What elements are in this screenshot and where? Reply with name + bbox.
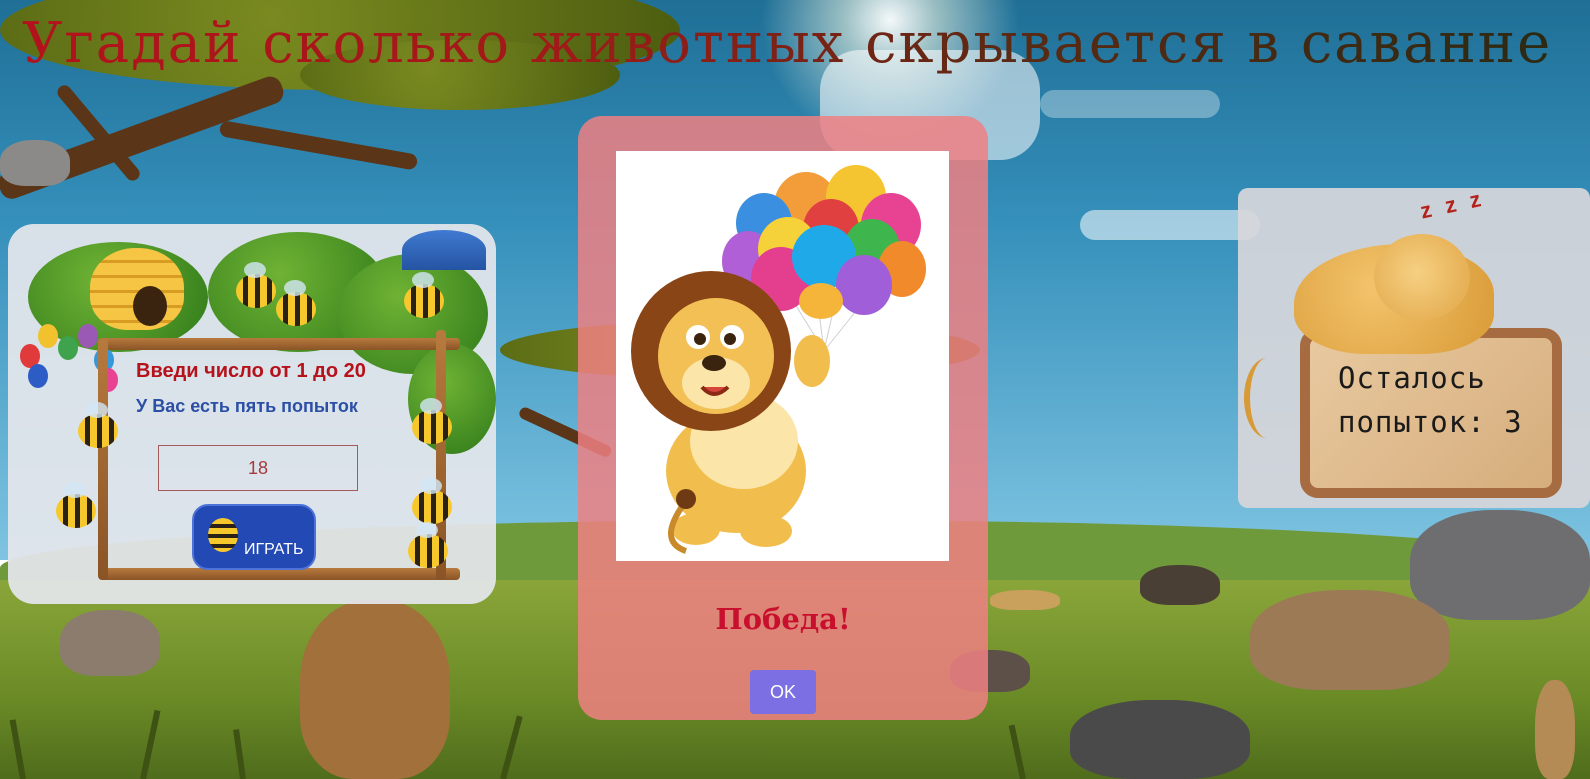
attempts-remaining-line2: попыток: 3 xyxy=(1338,405,1523,439)
lemur xyxy=(0,140,70,186)
bee-icon xyxy=(78,402,118,448)
game-panel: Введи число от 1 до 20 У Вас есть пять п… xyxy=(8,224,496,604)
cloud xyxy=(1080,210,1260,240)
bee-icon xyxy=(208,518,238,552)
attempts-remaining-line1: Осталось xyxy=(1338,361,1486,395)
cheetah xyxy=(990,590,1060,610)
victory-modal: Победа! OK xyxy=(578,116,988,720)
bee-icon xyxy=(56,482,96,528)
attempts-remaining: Осталось попыток: 3 xyxy=(1338,356,1558,444)
hyena xyxy=(1250,590,1450,690)
wood-frame xyxy=(98,338,108,580)
lion-balloons-icon xyxy=(631,165,926,554)
lion-with-balloons-image xyxy=(616,151,949,561)
warthog xyxy=(1070,700,1250,779)
bee-icon xyxy=(412,398,452,444)
status-panel: z z z Осталось попыток: 3 xyxy=(1238,188,1590,508)
beehive-hole xyxy=(133,286,167,326)
bee-icon xyxy=(404,272,444,318)
balloon-icon xyxy=(78,324,98,348)
ok-button[interactable]: OK xyxy=(750,670,816,714)
play-button[interactable]: ИГРАТЬ xyxy=(192,504,316,570)
lion xyxy=(300,600,450,779)
attempts-info: У Вас есть пять попыток xyxy=(136,396,358,416)
victory-message: Победа! xyxy=(715,602,851,636)
wildebeest xyxy=(1140,565,1220,605)
balloon-icon xyxy=(28,364,48,388)
elephant xyxy=(1410,510,1590,620)
balloon-icon xyxy=(58,336,78,360)
bee-icon xyxy=(412,478,452,524)
bee-icon xyxy=(276,280,316,326)
wood-frame xyxy=(100,338,460,350)
cloud xyxy=(1040,90,1220,118)
balloon-icon xyxy=(38,324,58,348)
range-prompt: Введи число от 1 до 20 xyxy=(136,360,366,382)
page-title: Угадай сколько животных скрывается в сав… xyxy=(22,6,1552,82)
meerkat xyxy=(1535,680,1575,779)
lion-tail xyxy=(1244,358,1290,438)
bee-icon xyxy=(236,262,276,308)
bee-icon xyxy=(408,522,448,568)
aardvark xyxy=(60,610,160,676)
play-button-label: ИГРАТЬ xyxy=(244,541,304,558)
umbrella-icon xyxy=(402,230,486,270)
sleeping-lion-head xyxy=(1374,234,1470,320)
sleep-zzz-icon: z z z xyxy=(1418,188,1488,224)
guess-input[interactable] xyxy=(158,445,358,491)
